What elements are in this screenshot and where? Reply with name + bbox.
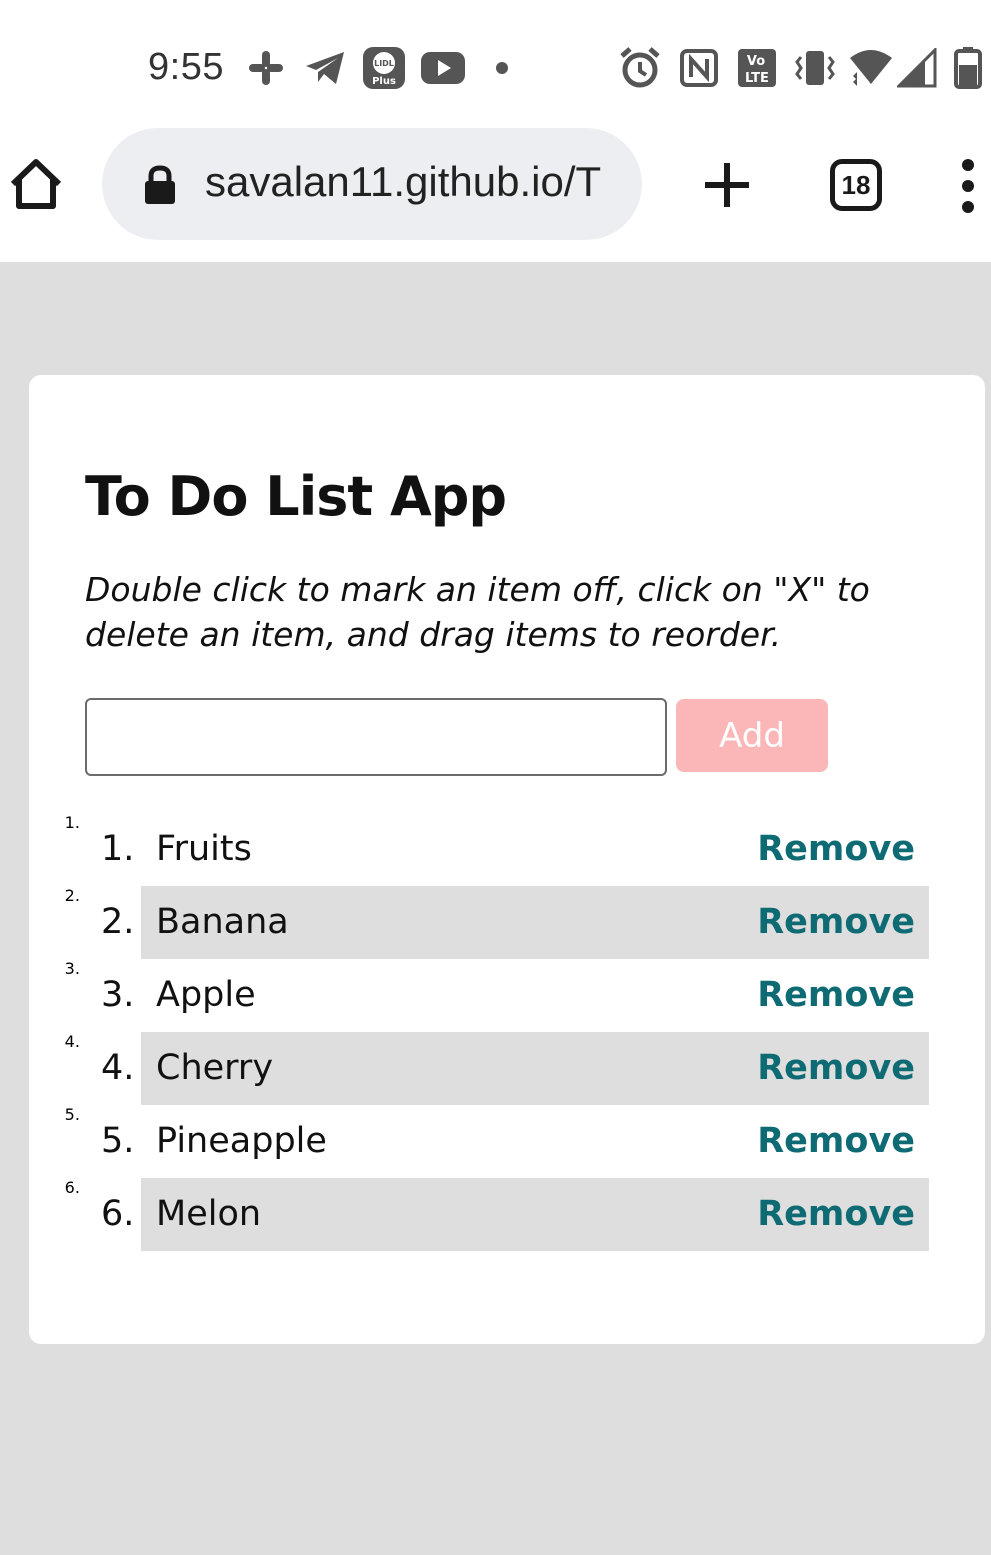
tab-count: 18 — [841, 169, 871, 200]
lidl-plus-text: Plus — [372, 76, 396, 87]
wifi-icon — [848, 45, 894, 91]
volte-top-text: Vo — [747, 54, 765, 69]
remove-button[interactable]: Remove — [757, 1178, 915, 1251]
remove-button[interactable]: Remove — [757, 1105, 915, 1178]
youtube-icon — [420, 45, 466, 91]
item-number: 6. — [101, 1194, 135, 1234]
remove-button[interactable]: Remove — [757, 1032, 915, 1105]
battery-icon — [952, 45, 984, 91]
item-label: Cherry — [156, 1048, 274, 1088]
item-number: 1. — [101, 829, 135, 869]
lidl-text: LIDL — [374, 59, 394, 68]
todo-item[interactable]: 3. Apple Remove — [85, 959, 929, 1032]
item-label: Banana — [156, 902, 289, 942]
nfc-icon — [680, 45, 718, 91]
home-icon — [10, 159, 62, 209]
plus-icon — [705, 163, 749, 207]
item-label: Fruits — [156, 829, 252, 869]
todo-item[interactable]: 2. Banana Remove — [85, 886, 929, 959]
item-label: Apple — [156, 975, 256, 1015]
new-tab-button[interactable] — [700, 158, 754, 212]
todo-input[interactable] — [85, 698, 667, 776]
volte-icon: Vo LTE — [737, 45, 777, 91]
item-number: 5. — [101, 1121, 135, 1161]
lidl-plus-icon: LIDL Plus — [361, 45, 407, 91]
status-time: 9:55 — [148, 46, 224, 88]
item-label: Pineapple — [156, 1121, 327, 1161]
remove-button[interactable]: Remove — [757, 959, 915, 1032]
instructions-text: Double click to mark an item off, click … — [85, 570, 870, 654]
remove-button[interactable]: Remove — [757, 886, 915, 959]
remove-button[interactable]: Remove — [757, 813, 915, 886]
vibrate-icon — [793, 45, 837, 91]
dot-icon — [494, 45, 510, 91]
alarm-icon — [618, 45, 662, 91]
todo-item[interactable]: 6. Melon Remove — [85, 1178, 929, 1251]
browser-toolbar: savalan11.github.io/T 18 — [0, 128, 991, 262]
home-button[interactable] — [6, 154, 66, 214]
todo-card: To Do List App Double click to mark an i… — [29, 375, 985, 1344]
tab-switcher-button[interactable]: 18 — [830, 159, 882, 211]
item-number: 2. — [101, 902, 135, 942]
slack-icon — [246, 45, 286, 91]
todo-item[interactable]: 1. Fruits Remove — [85, 813, 929, 886]
volte-bottom-text: LTE — [745, 71, 769, 86]
todo-item[interactable]: 5. Pineapple Remove — [85, 1105, 929, 1178]
url-text: savalan11.github.io/T — [205, 158, 602, 205]
page-title: To Do List App — [85, 465, 507, 528]
todo-list: 1. Fruits Remove 2. Banana Remove 3. App… — [85, 813, 929, 1251]
browser-menu-button[interactable] — [952, 158, 984, 214]
item-label: Melon — [156, 1194, 262, 1234]
more-vert-icon — [962, 159, 974, 213]
address-bar[interactable]: savalan11.github.io/T — [102, 128, 642, 240]
todo-item[interactable]: 4. Cherry Remove — [85, 1032, 929, 1105]
item-number: 3. — [101, 975, 135, 1015]
add-button[interactable]: Add — [676, 699, 828, 772]
status-bar: 9:55 LIDL Plus Vo LTE — [0, 0, 991, 128]
item-number: 4. — [101, 1048, 135, 1088]
telegram-icon — [303, 45, 347, 91]
lock-icon — [145, 165, 175, 204]
signal-icon — [897, 45, 937, 91]
